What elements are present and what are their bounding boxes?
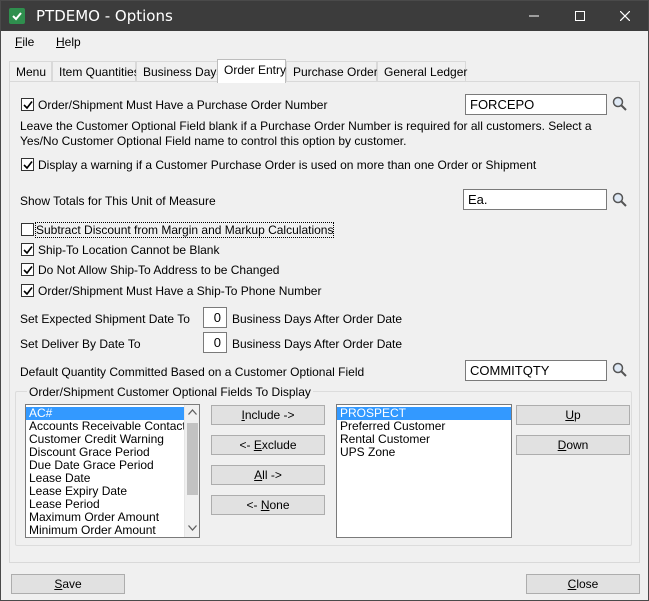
po-description-text: Leave the Customer Optional Field blank … [20,119,592,148]
no-shipto-change-label: Do Not Allow Ship-To Address to be Chang… [38,263,280,277]
menu-file[interactable]: File [15,35,34,49]
tab-business-days[interactable]: Business Days [136,61,222,82]
save-button[interactable]: Save [11,574,125,594]
default-qty-field-input[interactable]: COMMITQTY [465,360,607,381]
checkmark-icon [23,246,33,255]
shipto-not-blank-label: Ship-To Location Cannot be Blank [38,243,220,257]
totals-uom-label: Show Totals for This Unit of Measure [20,194,216,208]
optional-fields-group-title: Order/Shipment Customer Optional Fields … [27,385,313,399]
checkmark-icon [23,287,33,296]
tab-menu[interactable]: Menu [9,61,52,82]
expected-ship-days-input[interactable]: 0 [203,307,227,328]
close-window-button[interactable] [602,1,648,31]
shipto-phone-checkbox[interactable] [21,284,34,297]
tab-general-ledger[interactable]: General Ledger [377,61,467,82]
move-down-button[interactable]: Down [516,435,630,455]
available-fields-list[interactable]: AC# Accounts Receivable Contact Ty Custo… [25,404,200,538]
close-button[interactable]: Close [526,574,640,594]
chevron-down-icon[interactable] [188,525,197,531]
menu-bar: File Help [1,31,648,53]
tab-order-entry[interactable]: Order Entry [217,59,286,83]
search-icon[interactable] [612,192,628,208]
checkmark-icon [23,266,33,275]
po-required-label: Order/Shipment Must Have a Purchase Orde… [38,98,328,112]
no-shipto-change-checkbox[interactable] [21,263,34,276]
warn-po-reuse-label: Display a warning if a Customer Purchase… [38,158,537,172]
subtract-discount-label: Subtract Discount from Margin and Markup… [34,222,335,238]
title-bar[interactable]: PTDEMO - Options [1,1,648,31]
close-icon [620,11,630,21]
subtract-discount-checkbox[interactable] [21,223,34,236]
search-icon[interactable] [612,362,628,378]
checkmark-icon [23,101,33,110]
tab-purchase-orders[interactable]: Purchase Orders [286,61,384,82]
exclude-button[interactable]: <- Exclude [211,435,325,455]
checkmark-icon [23,161,33,170]
warn-po-reuse-checkbox[interactable] [21,158,34,171]
expected-ship-suffix: Business Days After Order Date [232,312,403,326]
checkmark-app-icon [9,8,25,24]
include-button[interactable]: Include -> [211,405,325,425]
window-title: PTDEMO - Options [36,7,173,25]
minimize-button[interactable] [511,1,557,31]
list-item[interactable]: UPS Zone [337,446,511,459]
search-icon[interactable] [612,96,628,112]
chevron-up-icon[interactable] [188,409,197,415]
deliver-by-days-input[interactable]: 0 [203,332,227,353]
options-window: PTDEMO - Options File Help Menu Item Qua… [0,0,649,601]
maximize-icon [575,11,585,21]
menu-help[interactable]: Help [56,35,81,49]
tab-item-quantities[interactable]: Item Quantities [52,61,140,82]
scrollbar-thumb[interactable] [187,423,198,495]
deliver-by-label: Set Deliver By Date To [20,337,141,351]
expected-ship-label: Set Expected Shipment Date To [20,312,190,326]
deliver-by-suffix: Business Days After Order Date [232,337,403,351]
po-required-checkbox[interactable] [21,98,34,111]
include-all-button[interactable]: All -> [211,465,325,485]
default-qty-label: Default Quantity Committed Based on a Cu… [20,365,365,379]
shipto-not-blank-checkbox[interactable] [21,243,34,256]
shipto-phone-label: Order/Shipment Must Have a Ship-To Phone… [38,284,322,298]
maximize-button[interactable] [557,1,603,31]
move-up-button[interactable]: Up [516,405,630,425]
minimize-icon [529,15,539,17]
po-optional-field-input[interactable]: FORCEPO [465,94,607,115]
totals-uom-input[interactable]: Ea. [463,189,607,210]
list-item[interactable]: Minimum Order Amount [26,524,184,537]
exclude-all-button[interactable]: <- None [211,495,325,515]
available-list-scrollbar[interactable] [184,405,199,537]
selected-fields-list[interactable]: PROSPECT Preferred Customer Rental Custo… [336,404,512,538]
